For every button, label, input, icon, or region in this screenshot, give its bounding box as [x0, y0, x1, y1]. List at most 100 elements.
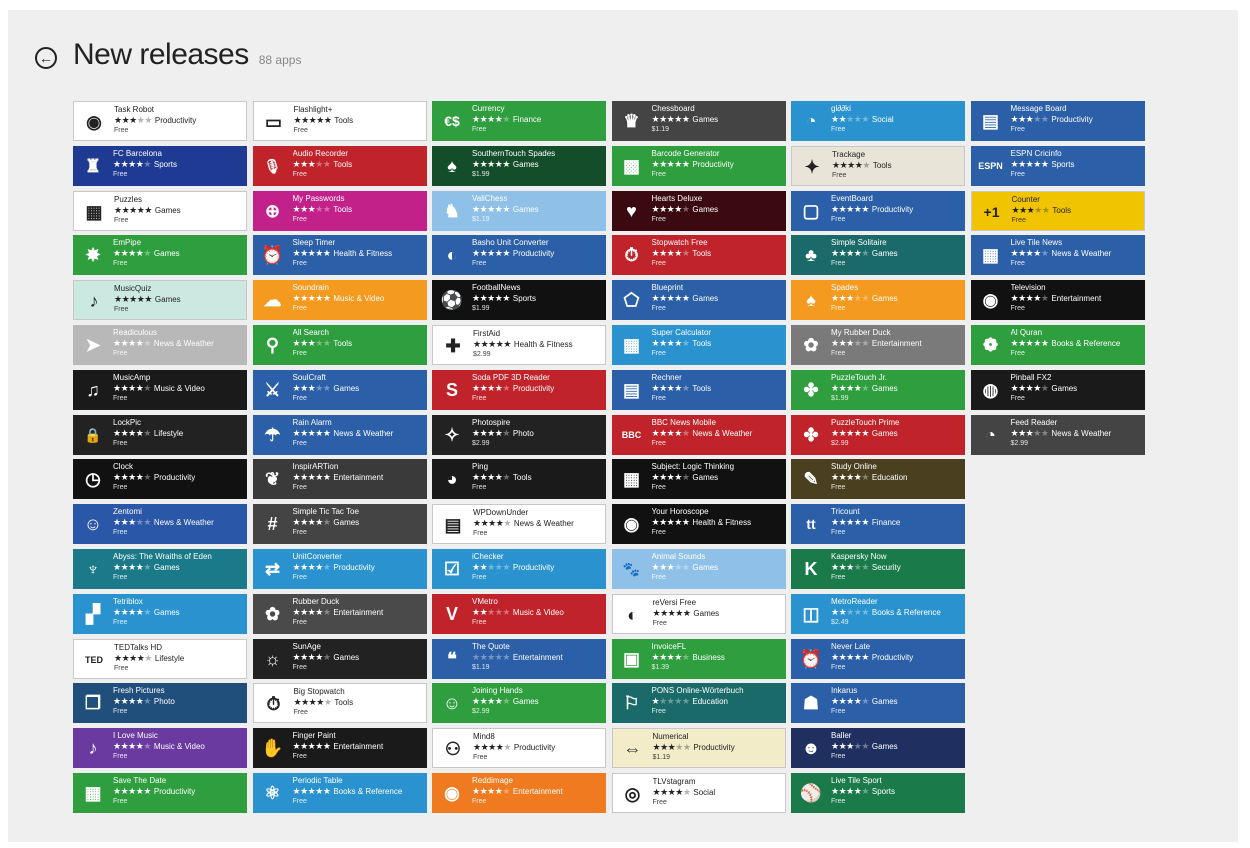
- app-tile[interactable]: ◐ Basho Unit Converter ★★★★★ Productivity Fr…: [432, 235, 606, 276]
- app-tile[interactable]: ESPN ESPN Cricinfo ★★★★★ Sports Free: [970, 145, 1145, 186]
- app-tile[interactable]: ▦ Puzzles ★★★★★ Games Free: [73, 190, 247, 231]
- app-tile[interactable]: ✎ Study Online ★★★★★ Education Free: [791, 459, 965, 500]
- star-rating: ★★★★★: [294, 697, 332, 707]
- app-tile[interactable]: ✧ Photospire ★★★★★ Photo $2.99: [432, 414, 606, 455]
- app-tile[interactable]: ❁ Al Quran ★★★★★ Books & Reference Free: [970, 325, 1145, 365]
- star-icon: ★: [322, 606, 331, 617]
- app-tile[interactable]: ⏰ Never Late ★★★★★ Productivity Free: [791, 638, 965, 679]
- app-tile[interactable]: ⚾ Live Tile Sport ★★★★★ Sports Free: [791, 773, 965, 813]
- app-tile[interactable]: ▦ Live Tile News ★★★★★ News & Weather Free: [970, 235, 1145, 276]
- app-category: Games: [154, 205, 181, 215]
- app-tile[interactable]: ✿ Rubber Duck ★★★★★ Entertainment Free: [252, 593, 427, 634]
- app-tile[interactable]: ◔ gl∂∂ki ★★★★★ Social Free: [791, 101, 965, 141]
- app-tile[interactable]: ▣ InvoiceFL ★★★★★ Business $1.39: [611, 638, 786, 679]
- star-icon: ★: [651, 338, 660, 348]
- app-tile[interactable]: ♠ Spades ★★★★★ Games Free: [791, 280, 965, 321]
- app-tile[interactable]: ▞ Tetriblox ★★★★★ Games Free: [73, 593, 247, 634]
- star-icon: ★: [652, 742, 661, 753]
- app-tile[interactable]: ⇔ Numerical ★★★★★ Productivity $1.19: [611, 728, 786, 769]
- app-tile[interactable]: ✚ FirstAid ★★★★★ Health & Fitness $2.99: [432, 325, 606, 365]
- app-tile[interactable]: ♫ MusicAmp ★★★★★ Music & Video Free: [73, 369, 247, 410]
- app-tile[interactable]: ▩ Barcode Generator ★★★★★ Productivity Free: [611, 145, 786, 186]
- app-tile[interactable]: ☗ Inkarus ★★★★★ Games Free: [791, 683, 965, 724]
- app-tile[interactable]: ▤ WPDownUnder ★★★★★ News & Weather Free: [432, 504, 606, 545]
- app-tile[interactable]: ☺ Zentomi ★★★★★ News & Weather Free: [73, 504, 247, 545]
- app-tile[interactable]: ⏰ Sleep Timer ★★★★★ Health & Fitness Free: [252, 235, 427, 276]
- app-tile[interactable]: ♪ I Love Music ★★★★★ Music & Video Free: [73, 728, 247, 769]
- app-tile[interactable]: ⚲ All Search ★★★★★ Tools Free: [252, 325, 427, 365]
- app-tile[interactable]: ◉ Your Horoscope ★★★★★ Health & Fitness Free: [611, 504, 786, 545]
- app-tile[interactable]: ♆ Abyss: The Wraiths of Eden ★★★★★ Games Fre…: [73, 549, 247, 589]
- app-tile[interactable]: tt Tricount ★★★★★ Finance Free: [791, 504, 965, 545]
- app-tile[interactable]: ➤ Readiculous ★★★★★ News & Weather Free: [73, 325, 247, 365]
- app-tile[interactable]: ♣ Simple Solitaire ★★★★★ Games Free: [791, 235, 965, 276]
- app-rating-row: ★★★★★ Education: [652, 696, 784, 707]
- app-tile[interactable]: ▭ Flashlight+ ★★★★★ Tools Free: [252, 101, 427, 141]
- star-icon: ★: [651, 562, 660, 572]
- app-tile[interactable]: 🎙 Audio Recorder ★★★★★ Tools Free: [252, 145, 427, 186]
- app-tile[interactable]: ⚛ Periodic Table ★★★★★ Books & Reference Fre…: [252, 773, 427, 813]
- app-tile[interactable]: ⇄ UnitConverter ★★★★★ Productivity Free: [252, 549, 427, 589]
- app-tile[interactable]: ❦ InspirARTion ★★★★★ Entertainment Free: [252, 459, 427, 500]
- app-tile[interactable]: ⬠ Blueprint ★★★★★ Games Free: [611, 280, 786, 321]
- app-tile[interactable]: ⏱ Big Stopwatch ★★★★★ Tools Free: [252, 683, 427, 724]
- app-tile[interactable]: ✿ My Rubber Duck ★★★★★ Entertainment Free: [791, 325, 965, 365]
- app-tile[interactable]: +1 Counter ★★★★★ Tools Free: [970, 190, 1145, 231]
- back-arrow-icon[interactable]: ←: [35, 47, 57, 69]
- app-tile[interactable]: ▦ Subject: Logic Thinking ★★★★★ Games Free: [611, 459, 786, 500]
- app-tile[interactable]: 🔒 LockPic ★★★★★ Lifestyle Free: [73, 414, 247, 455]
- app-tile[interactable]: # Simple Tic Tac Toe ★★★★★ Games Free: [252, 504, 427, 545]
- app-tile[interactable]: ▦ Save The Date ★★★★★ Productivity Free: [73, 773, 247, 813]
- app-tile[interactable]: ⚇ Mind8 ★★★★★ Productivity Free: [432, 728, 606, 769]
- app-tile[interactable]: ☑ iChecker ★★★★★ Productivity Free: [432, 549, 606, 589]
- app-tile[interactable]: ♛ Chessboard ★★★★★ Games $1.19: [611, 101, 786, 141]
- soulcraft-icon: ⚔: [264, 379, 281, 400]
- app-tile[interactable]: ◕ Ping ★★★★★ Tools Free: [432, 459, 606, 500]
- app-tile[interactable]: ⚐ PONS Online-Wörterbuch ★★★★★ Education Fre…: [611, 683, 786, 724]
- app-tile[interactable]: ✤ PuzzleTouch Prime ★★★★★ Games $2.99: [791, 414, 965, 455]
- app-tile[interactable]: ✋ Finger Paint ★★★★★ Entertainment Free: [252, 728, 427, 769]
- app-tile[interactable]: ◉ Task Robot ★★★★★ Productivity Free: [73, 101, 247, 141]
- app-tile[interactable]: ✤ PuzzleTouch Jr. ★★★★★ Games $1.99: [791, 369, 965, 410]
- app-tile[interactable]: ⚔ SoulCraft ★★★★★ Games Free: [252, 369, 427, 410]
- app-tile[interactable]: ♜ FC Barcelona ★★★★★ Sports Free: [73, 145, 247, 186]
- app-tile[interactable]: ▤ Message Board ★★★★★ Productivity Free: [970, 101, 1145, 141]
- app-tile[interactable]: V VMetro ★★★★★ Music & Video Free: [432, 593, 606, 634]
- app-tile[interactable]: ◔ Feed Reader ★★★★★ News & Weather $2.99: [970, 414, 1145, 455]
- app-tile[interactable]: ⚽ FootballNews ★★★★★ Sports $1.99: [432, 280, 606, 321]
- app-tile[interactable]: ☼ SunAge ★★★★★ Games Free: [252, 638, 427, 679]
- app-tile[interactable]: ▤ Rechner ★★★★★ Tools Free: [611, 369, 786, 410]
- app-tile[interactable]: ◫ MetroReader ★★★★★ Books & Reference $2.49: [791, 593, 965, 634]
- app-tile[interactable]: BBC BBC News Mobile ★★★★★ News & Weather Fre…: [611, 414, 786, 455]
- app-tile[interactable]: ⏱ Stopwatch Free ★★★★★ Tools Free: [611, 235, 786, 276]
- app-tile[interactable]: ♥ Hearts Deluxe ★★★★★ Games Free: [611, 190, 786, 231]
- app-tile[interactable]: ✸ EmPipe ★★★★★ Games Free: [73, 235, 247, 276]
- app-price: $2.99: [472, 439, 490, 447]
- app-tile[interactable]: ◍ Pinball FX2 ★★★★★ Games Free: [970, 369, 1145, 410]
- app-tile[interactable]: K Kaspersky Now ★★★★★ Security Free: [791, 549, 965, 589]
- app-tile[interactable]: ▦ Super Calculator ★★★★★ Tools Free: [611, 325, 786, 365]
- app-tile[interactable]: S Soda PDF 3D Reader ★★★★★ Productivity Free: [432, 369, 606, 410]
- app-tile[interactable]: TED TEDTalks HD ★★★★★ Lifestyle Free: [73, 638, 247, 679]
- app-tile[interactable]: €$ Currency ★★★★★ Finance Free: [432, 101, 606, 141]
- app-tile[interactable]: ✦ Trackage ★★★★★ Tools Free: [791, 145, 965, 186]
- app-tile[interactable]: ♠ SouthernTouch Spades ★★★★★ Games $1.99: [432, 145, 606, 186]
- app-tile[interactable]: ♞ ValiChess ★★★★★ Games $1.19: [432, 190, 606, 231]
- app-tile[interactable]: ☺ Joining Hands ★★★★★ Games $2.99: [432, 683, 606, 724]
- app-tile[interactable]: ☂ Rain Alarm ★★★★★ News & Weather Free: [252, 414, 427, 455]
- app-rating-row: ★★★★★ Games: [113, 248, 245, 259]
- app-tile[interactable]: ◉ Television ★★★★★ Entertainment Free: [970, 280, 1145, 321]
- app-tile[interactable]: ◐ reVersi Free ★★★★★ Games Free: [611, 593, 786, 634]
- app-tile[interactable]: 🐾 Animal Sounds ★★★★★ Games Free: [611, 549, 786, 589]
- app-rating-row: ★★★★★ Games: [472, 159, 604, 170]
- app-tile[interactable]: ◉ Reddimage ★★★★★ Entertainment Free: [432, 773, 606, 813]
- app-tile[interactable]: ◎ TLVstagram ★★★★★ Social Free: [611, 773, 786, 813]
- app-tile[interactable]: ⊕ My Passwords ★★★★★ Tools Free: [252, 190, 427, 231]
- app-tile[interactable]: ▢ EventBoard ★★★★★ Productivity Free: [791, 190, 965, 231]
- app-tile[interactable]: ♪ MusicQuiz ★★★★★ Games Free: [73, 280, 247, 321]
- app-tile[interactable]: ☁ Soundrain ★★★★★ Music & Video Free: [252, 280, 427, 321]
- app-tile[interactable]: ❐ Fresh Pictures ★★★★★ Photo Free: [73, 683, 247, 724]
- app-tile[interactable]: ◷ Clock ★★★★★ Productivity Free: [73, 459, 247, 500]
- app-tile[interactable]: ☻ Baller ★★★★★ Games Free: [791, 728, 965, 769]
- app-tile[interactable]: ❝ The Quote ★★★★★ Entertainment $1.19: [432, 638, 606, 679]
